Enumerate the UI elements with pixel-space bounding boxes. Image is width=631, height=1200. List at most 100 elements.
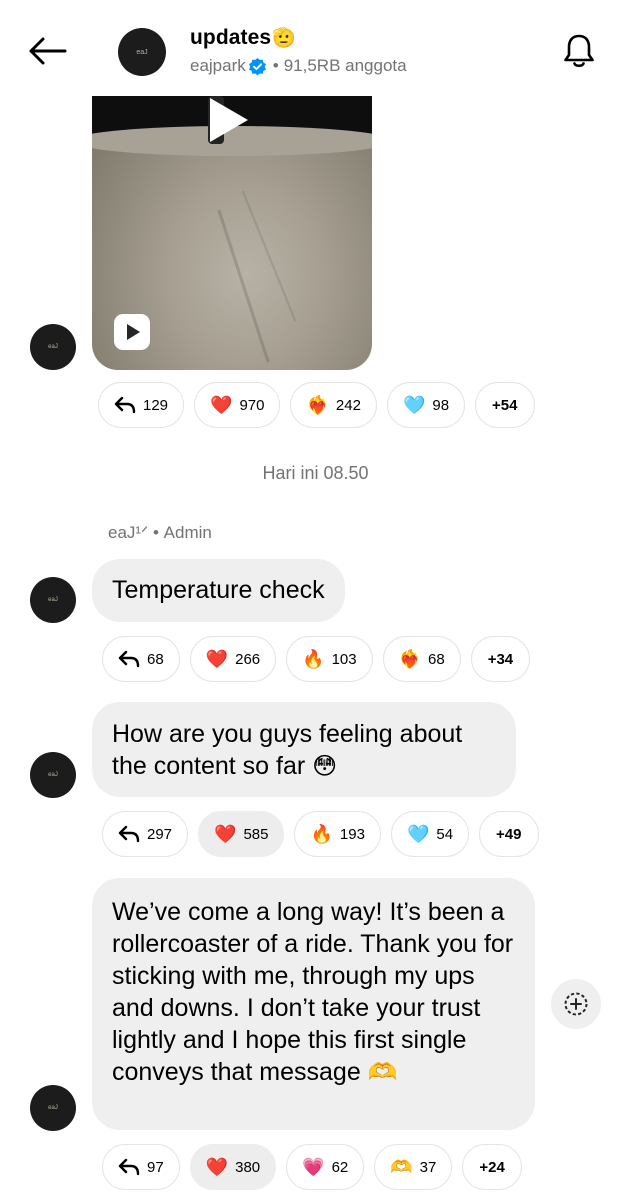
reaction-chip[interactable]: ❤️ 970 [194, 382, 281, 428]
reaction-chip[interactable]: 🩵 54 [390, 811, 470, 857]
reaction-count: 54 [436, 825, 454, 843]
sender-avatar-text: eaJ [48, 344, 58, 350]
reaction-count: 242 [335, 396, 361, 414]
reel-icon [114, 314, 150, 350]
more-reactions-chip[interactable]: +54 [475, 382, 535, 428]
reply-count-chip[interactable]: 97 [102, 1144, 180, 1190]
reaction-count: 62 [331, 1158, 349, 1176]
reaction-count: 37 [419, 1158, 437, 1176]
reaction-chip[interactable]: 💗 62 [286, 1144, 365, 1190]
message-text: We’ve come a long way! It’s been a rolle… [112, 898, 514, 1086]
message-bubble[interactable]: How are you guys feeling about the conte… [92, 702, 516, 797]
more-reactions-chip[interactable]: +34 [470, 636, 531, 682]
flushed-face-emoji: 😳 [312, 753, 338, 780]
reaction-chip[interactable]: ❤️ 380 [189, 1144, 277, 1190]
separator-dot: • [272, 56, 279, 75]
heart-emoji: ❤️ [214, 825, 236, 843]
member-count: 91,5RB anggota [283, 56, 407, 75]
reaction-chip[interactable]: ❤️ 266 [189, 636, 277, 682]
arrow-left-icon [29, 37, 67, 65]
reaction-chip[interactable]: 🔥 103 [286, 636, 373, 682]
pink-heart-emoji: 💗 [302, 1158, 324, 1176]
reaction-count: +24 [479, 1158, 505, 1176]
add-reaction-button[interactable] [551, 979, 601, 1029]
reaction-chip[interactable]: 🩵 98 [386, 382, 466, 428]
reaction-count: 380 [235, 1158, 261, 1176]
light-blue-heart-emoji: 🩵 [407, 825, 429, 843]
light-blue-heart-emoji: 🩵 [403, 396, 425, 414]
reply-count-chip[interactable]: 68 [102, 636, 180, 682]
sender-avatar-text: eaJ [48, 597, 58, 603]
more-reactions-chip[interactable]: +24 [462, 1144, 522, 1190]
reply-icon [118, 825, 140, 843]
reaction-chip[interactable]: 🔥 193 [294, 811, 381, 857]
reaction-bar: 297 ❤️ 585 🔥 193 🩵 54 +49 [102, 811, 539, 857]
reaction-chip[interactable]: ❤️‍🔥 242 [290, 382, 377, 428]
timestamp-divider: Hari ini 08.50 [262, 463, 369, 483]
heart-emoji-glyph: ❤️ [214, 824, 237, 844]
sender-avatar-text: eaJ [48, 772, 58, 778]
reaction-count: 266 [235, 650, 261, 668]
heart-on-fire-emoji: ❤️‍🔥 [306, 396, 328, 414]
play-icon[interactable] [210, 98, 248, 142]
sender-avatar-text: eaJ [48, 1105, 58, 1111]
pink-heart-emoji-glyph: 💗 [302, 1157, 325, 1177]
reaction-count: 585 [243, 825, 269, 843]
message-text: How are you guys feeling about the conte… [112, 720, 463, 780]
reaction-count: 103 [331, 650, 357, 668]
message-text: Temperature check [112, 576, 325, 604]
reaction-count: 970 [239, 396, 265, 414]
heart-emoji: ❤️ [206, 650, 228, 668]
reaction-bar: 68 ❤️ 266 🔥 103 ❤️‍🔥 68 +34 [102, 636, 531, 682]
sender-avatar[interactable]: eaJ [30, 324, 76, 370]
channel-subtitle: eajpark • 91,5RB anggota [190, 56, 407, 76]
reaction-count: 98 [432, 396, 450, 414]
channel-avatar[interactable]: eaJ [118, 28, 166, 76]
notifications-button[interactable] [558, 30, 600, 72]
heart-emoji: ❤️ [210, 396, 232, 414]
light-blue-heart-emoji-glyph: 🩵 [406, 824, 430, 844]
reaction-count: 68 [147, 650, 164, 668]
reaction-chip[interactable]: ❤️‍🔥 68 [382, 636, 461, 682]
reaction-chip[interactable]: 🫶 37 [374, 1144, 453, 1190]
reaction-count: +49 [496, 825, 522, 843]
heart-on-fire-emoji-glyph: ❤️‍🔥 [398, 649, 422, 669]
heart-hands-emoji-glyph: 🫶 [390, 1157, 413, 1177]
heart-on-fire-emoji: ❤️‍🔥 [399, 650, 421, 668]
reaction-bar: 129 ❤️ 970 ❤️‍🔥 242 🩵 98 +54 [98, 382, 535, 428]
sender-avatar[interactable]: eaJ [30, 577, 76, 623]
reaction-count: 193 [339, 825, 365, 843]
sender-avatar[interactable]: eaJ [30, 752, 76, 798]
channel-username[interactable]: eajpark [190, 56, 246, 76]
add-circle-icon [564, 992, 588, 1016]
reaction-count: 68 [428, 650, 445, 668]
channel-name: updates [190, 26, 272, 49]
message-bubble[interactable]: Temperature check [92, 559, 345, 622]
reaction-count: +34 [487, 650, 514, 668]
reply-icon [118, 1158, 140, 1176]
message-bubble[interactable]: We’ve come a long way! It’s been a rolle… [92, 878, 535, 1130]
heart-emoji-glyph: ❤️ [210, 395, 233, 415]
chat-header: eaJ updates🫡 eajpark • 91,5RB anggota [0, 0, 631, 96]
sender-name-admin: eaJ¹ᐟ • Admin [108, 523, 212, 542]
reply-icon [114, 396, 136, 414]
reaction-count: 97 [147, 1158, 164, 1176]
back-button[interactable] [26, 30, 68, 72]
reaction-chip[interactable]: ❤️ 585 [198, 811, 285, 857]
more-reactions-chip[interactable]: +49 [479, 811, 539, 857]
fire-emoji-glyph: 🔥 [310, 824, 333, 844]
video-message[interactable] [92, 96, 372, 370]
reaction-count: 297 [147, 825, 173, 843]
heart-emoji-glyph: ❤️ [205, 649, 229, 669]
sender-avatar[interactable]: eaJ [30, 1085, 76, 1131]
reply-count-chip[interactable]: 297 [102, 811, 189, 857]
channel-avatar-text: eaJ [136, 48, 148, 56]
heart-hands-emoji: 🫶 [367, 1059, 398, 1086]
fire-emoji: 🔥 [310, 825, 332, 843]
heart-emoji-glyph: ❤️ [205, 1157, 229, 1177]
reaction-bar: 97 ❤️ 380 💗 62 🫶 37 +24 [102, 1144, 522, 1190]
channel-title[interactable]: updates🫡 [190, 26, 296, 50]
bell-icon [564, 34, 594, 68]
reply-count-chip[interactable]: 129 [98, 382, 185, 428]
reaction-count: 129 [143, 396, 169, 414]
